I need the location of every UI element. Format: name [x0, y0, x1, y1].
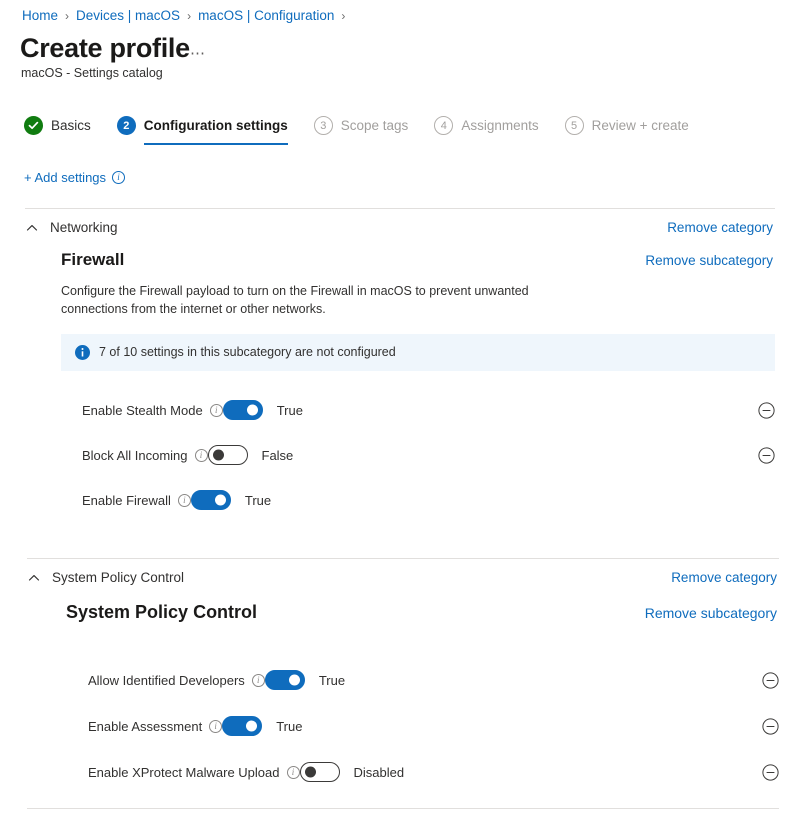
tab-label: Scope tags [341, 118, 409, 133]
remove-subcategory-link[interactable]: Remove subcategory [645, 253, 773, 268]
info-icon[interactable]: i [195, 449, 208, 462]
info-icon[interactable]: i [287, 766, 300, 779]
step-number-badge: 4 [434, 116, 453, 135]
step-number-badge: 3 [314, 116, 333, 135]
bottom-divider-wrapper [27, 808, 779, 809]
chevron-up-icon[interactable] [27, 571, 41, 585]
remove-setting-icon[interactable] [758, 402, 775, 419]
subcategory-header-system-policy-control: System Policy Control Remove subcategory [27, 602, 779, 623]
toggle-knob [289, 675, 300, 686]
subcategory-title: Firewall [61, 250, 124, 270]
category-name: Networking [50, 220, 118, 235]
step-number-badge: 2 [117, 116, 136, 135]
page-title: Create profile [20, 33, 190, 64]
setting-row-enable-xprotect-malware-upload: Enable XProtect Malware Upload i Disable… [27, 749, 779, 795]
toggle-allow-identified-developers[interactable] [265, 670, 305, 690]
tab-label: Assignments [461, 118, 538, 133]
setting-row-allow-identified-developers: Allow Identified Developers i True [27, 657, 779, 703]
remove-category-link[interactable]: Remove category [667, 220, 773, 235]
check-circle-icon [24, 116, 43, 135]
subcategory-header-firewall: Firewall Remove subcategory [25, 250, 775, 270]
setting-label-text: Enable Stealth Mode [82, 403, 203, 418]
setting-row-enable-stealth-mode: Enable Stealth Mode i True [25, 388, 775, 433]
breadcrumb-separator-icon: › [65, 10, 69, 22]
tab-label: Configuration settings [144, 118, 288, 133]
more-options-icon[interactable]: ⋯ [190, 44, 206, 62]
section-divider [27, 808, 779, 809]
info-icon[interactable]: i [210, 404, 223, 417]
setting-label-text: Enable Assessment [88, 719, 202, 734]
tab-label: Review + create [592, 118, 689, 133]
tab-configuration-settings[interactable]: 2 Configuration settings [117, 116, 288, 145]
subcategory-title: System Policy Control [66, 602, 257, 623]
info-icon[interactable]: i [209, 720, 222, 733]
category-name: System Policy Control [52, 570, 184, 585]
toggle-value: True [277, 403, 303, 418]
setting-row-enable-firewall: Enable Firewall i True [25, 478, 775, 523]
toggle-enable-xprotect-malware-upload[interactable] [300, 762, 340, 782]
setting-label-text: Enable XProtect Malware Upload [88, 765, 280, 780]
toggle-knob [213, 450, 224, 461]
breadcrumb-item-devices[interactable]: Devices | macOS [76, 8, 180, 23]
setting-label: Enable Stealth Mode i [82, 403, 223, 418]
tab-label: Basics [51, 118, 91, 133]
toggle-enable-firewall[interactable] [191, 490, 231, 510]
breadcrumb-item-home[interactable]: Home [22, 8, 58, 23]
setting-label-text: Block All Incoming [82, 448, 188, 463]
add-settings-label: + Add settings [24, 170, 106, 185]
setting-row-block-all-incoming: Block All Incoming i False [25, 433, 775, 478]
remove-setting-icon[interactable] [762, 718, 779, 735]
toggle-block-all-incoming[interactable] [208, 445, 248, 465]
setting-label: Allow Identified Developers i [88, 673, 265, 688]
breadcrumb: Home › Devices | macOS › macOS | Configu… [22, 8, 352, 23]
toggle-knob [247, 405, 258, 416]
setting-row-enable-assessment: Enable Assessment i True [27, 703, 779, 749]
wizard-steps: Basics 2 Configuration settings 3 Scope … [24, 116, 715, 152]
setting-label: Enable Assessment i [88, 719, 222, 734]
toggle-knob [215, 495, 226, 506]
info-icon[interactable]: i [112, 171, 125, 184]
tab-scope-tags[interactable]: 3 Scope tags [314, 116, 409, 145]
info-icon[interactable]: i [252, 674, 265, 687]
breadcrumb-item-configuration[interactable]: macOS | Configuration [198, 8, 334, 23]
tab-assignments[interactable]: 4 Assignments [434, 116, 538, 145]
remove-category-link[interactable]: Remove category [671, 570, 777, 585]
active-tab-underline [144, 143, 288, 145]
toggle-value: False [262, 448, 294, 463]
toggle-value: True [245, 493, 271, 508]
setting-label-text: Enable Firewall [82, 493, 171, 508]
banner-text: 7 of 10 settings in this subcategory are… [99, 345, 396, 359]
remove-setting-icon[interactable] [762, 764, 779, 781]
remove-setting-icon[interactable] [758, 447, 775, 464]
breadcrumb-separator-icon: › [341, 10, 345, 22]
toggle-enable-stealth-mode[interactable] [223, 400, 263, 420]
setting-label: Enable XProtect Malware Upload i [88, 765, 300, 780]
category-header-networking: Networking Remove category [25, 209, 775, 235]
subcategory-description: Configure the Firewall payload to turn o… [25, 283, 535, 319]
toggle-knob [246, 721, 257, 732]
remove-subcategory-link[interactable]: Remove subcategory [645, 605, 777, 621]
toggle-value: True [276, 719, 302, 734]
toggle-value: Disabled [354, 765, 405, 780]
section-networking: Networking Remove category Firewall Remo… [25, 208, 775, 523]
info-filled-icon [75, 345, 90, 360]
toggle-knob [305, 767, 316, 778]
chevron-up-icon[interactable] [25, 221, 39, 235]
setting-label-text: Allow Identified Developers [88, 673, 245, 688]
category-header-system-policy-control: System Policy Control Remove category [27, 559, 779, 585]
setting-label: Block All Incoming i [82, 448, 208, 463]
not-configured-banner: 7 of 10 settings in this subcategory are… [61, 334, 775, 371]
tab-basics[interactable]: Basics [24, 116, 91, 145]
section-system-policy-control: System Policy Control Remove category Sy… [27, 558, 779, 795]
page-subtitle: macOS - Settings catalog [21, 66, 163, 80]
tab-review-create[interactable]: 5 Review + create [565, 116, 689, 145]
step-number-badge: 5 [565, 116, 584, 135]
toggle-enable-assessment[interactable] [222, 716, 262, 736]
breadcrumb-separator-icon: › [187, 10, 191, 22]
setting-label: Enable Firewall i [82, 493, 191, 508]
add-settings-button[interactable]: + Add settings i [24, 170, 125, 185]
remove-setting-icon[interactable] [762, 672, 779, 689]
info-icon[interactable]: i [178, 494, 191, 507]
toggle-value: True [319, 673, 345, 688]
